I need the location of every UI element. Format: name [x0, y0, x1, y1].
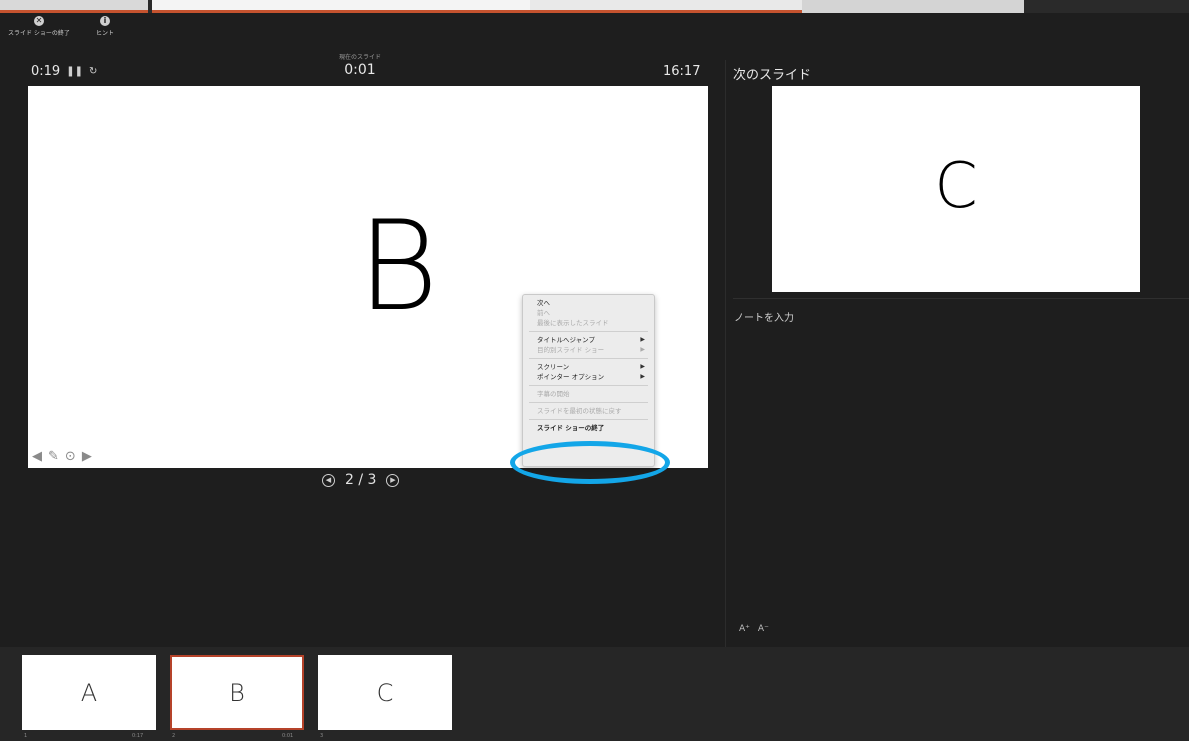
menu-divider — [529, 385, 648, 386]
notes-divider — [733, 298, 1189, 299]
elapsed-time: 0:19 — [31, 64, 61, 79]
menu-divider — [529, 419, 648, 420]
next-slide-icon[interactable]: ▶ — [386, 473, 400, 487]
menu-item-next[interactable]: 次へ — [523, 298, 654, 308]
thumbnail-content: A — [80, 678, 98, 707]
font-size-controls: A⁺ A⁻ — [739, 624, 769, 634]
submenu-arrow-icon: ▶ — [640, 336, 645, 343]
hint-button[interactable]: i ヒント — [96, 16, 114, 37]
slide-counter: 2 / 3 — [345, 472, 377, 488]
submenu-arrow-icon: ▶ — [640, 346, 645, 353]
thumbnail[interactable]: A — [22, 655, 156, 730]
menu-item-label: 目的別スライド ショー — [537, 346, 605, 354]
menu-item-screen[interactable]: スクリーン ▶ — [523, 362, 654, 372]
end-show-label: スライド ショーの終了 — [8, 30, 70, 37]
thumbnail-content: B — [229, 678, 245, 707]
menu-item-start-subtitles: 字幕の開始 — [537, 390, 570, 398]
next-slide-content: C — [934, 148, 978, 222]
submenu-arrow-icon: ▶ — [640, 373, 645, 380]
thumbnail-number: 2 — [172, 733, 176, 739]
menu-item-custom-show: 目的別スライド ショー ▶ — [523, 345, 654, 355]
menu-divider — [529, 331, 648, 332]
accent-bar — [0, 10, 148, 13]
pen-icon[interactable]: ✎ — [48, 450, 59, 464]
font-increase-button[interactable]: A⁺ — [739, 624, 750, 634]
thumbnail-content: C — [376, 678, 394, 707]
document-tab-right — [530, 0, 802, 10]
slide-time-label: 現在のスライド — [338, 54, 381, 61]
previous-arrow-icon[interactable]: ◀ — [32, 450, 42, 464]
info-icon: i — [100, 16, 110, 26]
pane-divider[interactable] — [725, 60, 726, 650]
more-options-icon[interactable]: ⊙ — [65, 450, 76, 464]
highlight-ring — [510, 441, 670, 484]
thumbnail-active[interactable]: B — [170, 655, 304, 730]
menu-divider — [529, 358, 648, 359]
menu-item-label: ポインター オプション — [537, 373, 605, 381]
menu-item-previous: 前へ — [537, 309, 550, 317]
next-arrow-icon[interactable]: ▶ — [82, 450, 92, 464]
menu-divider — [529, 402, 648, 403]
close-icon: ✕ — [33, 16, 44, 26]
hint-label: ヒント — [96, 30, 115, 37]
menu-item-label: スクリーン — [537, 363, 570, 371]
font-decrease-button[interactable]: A⁻ — [758, 624, 769, 634]
thumbnail-time: 0:01 — [282, 733, 294, 739]
menu-item-end-show[interactable]: スライド ショーの終了 — [523, 423, 654, 433]
menu-item-pointer-options[interactable]: ポインター オプション ▶ — [523, 372, 654, 382]
thumbnail-time: 0:17 — [132, 733, 144, 739]
notes-input[interactable]: ノートを入力 — [734, 309, 794, 324]
slide-navigation: ◀ 2 / 3 ▶ — [322, 472, 400, 488]
previous-slide-icon[interactable]: ◀ — [322, 473, 335, 487]
thumbnail-number: 3 — [320, 733, 324, 739]
end-show-button[interactable]: ✕ スライド ショーの終了 — [8, 16, 70, 37]
window-tab-right — [802, 0, 1024, 13]
submenu-arrow-icon: ▶ — [640, 363, 645, 370]
slide-tools: ◀ ✎ ⊙ ▶ — [32, 450, 92, 464]
next-slide-title: 次のスライド — [733, 68, 812, 83]
menu-item-last-viewed: 最後に表示したスライド — [537, 319, 609, 327]
menu-item-go-to-title[interactable]: タイトルへジャンプ ▶ — [523, 335, 654, 345]
menu-item-label: タイトルへジャンプ — [537, 336, 595, 344]
next-slide-preview[interactable]: C — [772, 86, 1140, 292]
menu-item-reset-slide: スライドを最初の状態に戻す — [537, 407, 622, 415]
thumbnail[interactable]: C — [318, 655, 452, 730]
thumbnail-number: 1 — [24, 733, 28, 739]
